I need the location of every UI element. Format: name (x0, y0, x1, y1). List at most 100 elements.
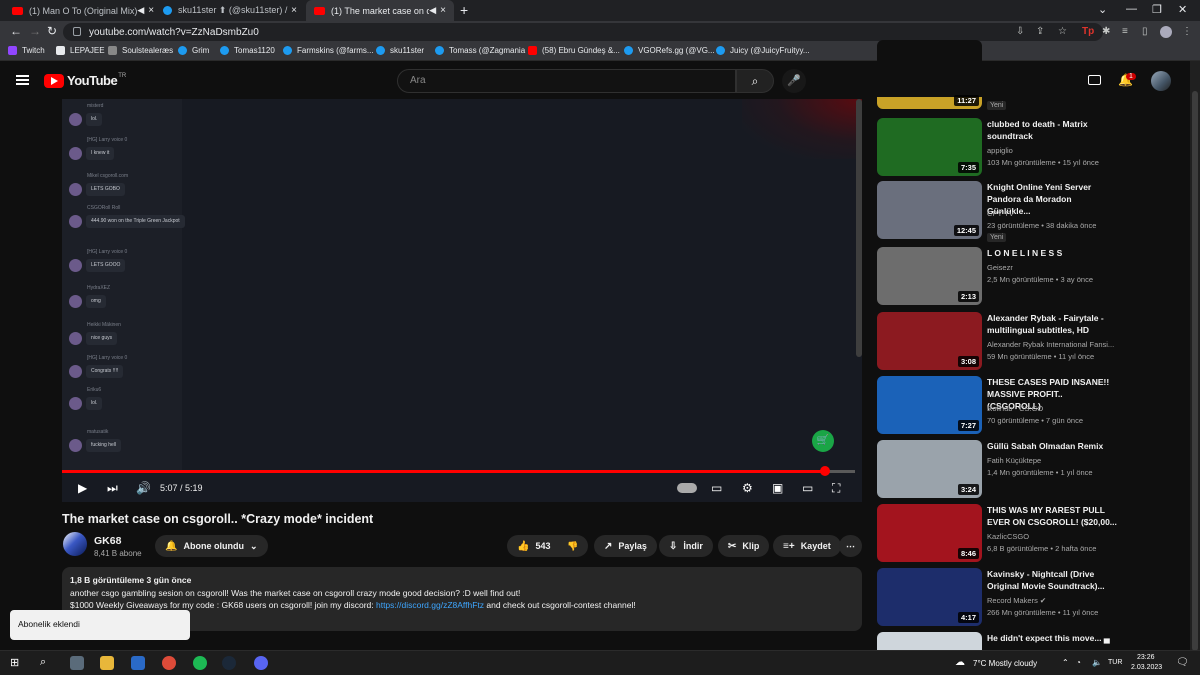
media-control-icon[interactable]: ≡ (1122, 26, 1128, 37)
recommended-video[interactable]: 3:08 Alexander Rybak - Fairytale - multil… (877, 312, 1117, 370)
search-input[interactable]: Ara (397, 69, 736, 93)
recommended-video[interactable]: He didn't expect this move... ▄ (877, 632, 1117, 650)
audio-icon[interactable]: ◀ (137, 5, 144, 16)
recommended-video[interactable]: 7:35 clubbed to death - Matrix soundtrack… (877, 118, 1117, 176)
bookmark-tomass[interactable]: Tomass (@Zagmania (435, 46, 525, 55)
taskbar-search-icon[interactable]: ⌕ (40, 656, 46, 669)
video-title[interactable]: He didn't expect this move... ▄ (987, 632, 1117, 644)
next-icon[interactable]: ⏭ (107, 481, 118, 496)
video-thumbnail[interactable]: 3:08 (877, 312, 982, 370)
bookmark-twitch[interactable]: Twitch (8, 46, 45, 55)
recommended-video[interactable]: 12:45 Knight Online Yeni Server Pandora d… (877, 181, 1117, 242)
video-thumbnail[interactable]: 7:27 (877, 376, 982, 434)
channel-avatar[interactable] (63, 532, 87, 556)
bookmark-ebru[interactable]: (58) Ebru Gündeş &... (528, 46, 620, 55)
clock-time[interactable]: 23:26 (1137, 654, 1155, 661)
youtube-logo[interactable]: YouTube TR (44, 73, 126, 88)
bookmark-lepajee[interactable]: LEPAJEE (56, 46, 105, 55)
menu-icon[interactable]: ⋮ (1182, 26, 1192, 37)
install-icon[interactable]: ⇩ (1016, 26, 1024, 37)
more-actions-button[interactable]: ⋯ (839, 535, 862, 557)
theater-mode-icon[interactable]: ▭ (802, 481, 813, 495)
voice-search-icon[interactable]: 🎤 (782, 69, 806, 93)
channel-name[interactable]: KazlicCSGO (987, 532, 1029, 541)
clock-date[interactable]: 2.03.2023 (1131, 664, 1162, 671)
subtitles-icon[interactable]: ▭ (711, 481, 722, 495)
tab-search-icon[interactable]: ⌄ (1098, 3, 1107, 16)
play-icon[interactable]: ▶ (78, 481, 87, 495)
notification-center-icon[interactable]: 🗨 (1176, 657, 1189, 668)
reload-icon[interactable]: ↻ (47, 24, 57, 38)
share-icon[interactable]: ⇪ (1036, 26, 1044, 37)
extensions-icon[interactable]: ✱ (1102, 26, 1110, 37)
like-button[interactable]: 👍 543 (507, 535, 559, 557)
maximize-icon[interactable]: ❐ (1152, 3, 1162, 16)
settings-gear-icon[interactable]: ⚙ (742, 481, 753, 495)
tab-1[interactable]: sku11ster ⬆ (@sku11ster) / Twitte × (155, 0, 305, 21)
video-thumbnail[interactable]: 12:45 (877, 181, 982, 239)
clip-button[interactable]: ✂ Klip (718, 535, 770, 557)
task-view-icon[interactable] (70, 656, 84, 670)
profile-avatar[interactable] (1160, 26, 1172, 38)
weather-text[interactable]: 7°C Mostly cloudy (973, 659, 1037, 668)
close-tab-icon[interactable]: × (291, 5, 297, 16)
channel-name[interactable]: Alexander Rybak International Fansi... (987, 340, 1114, 349)
tab-0[interactable]: (1) Man O To (Original Mix) ◀ × (4, 0, 154, 21)
subscribed-button[interactable]: 🔔 Abone olundu ⌄ (155, 535, 268, 557)
video-title[interactable]: L O N E L I N E S S (987, 247, 1117, 259)
new-tab-icon[interactable]: + (460, 2, 468, 18)
app-icon[interactable] (131, 656, 145, 670)
address-bar[interactable]: youtube.com/watch?v=ZzNaDsmbZu0 (63, 23, 1103, 41)
tray-chevron-icon[interactable]: ⌃ (1062, 658, 1069, 667)
channel-name[interactable]: appiglio (987, 146, 1013, 155)
autoplay-toggle[interactable] (677, 483, 697, 493)
recommended-video[interactable]: 7:27 THESE CASES PAID INSANE!! MASSIVE PR… (877, 376, 1117, 434)
language-indicator[interactable]: TUR (1108, 659, 1122, 666)
hamburger-menu-icon[interactable] (16, 75, 29, 85)
video-thumbnail[interactable]: 7:35 (877, 118, 982, 176)
share-button[interactable]: ↗ Paylaş (594, 535, 657, 557)
bookmark-sku11ster[interactable]: sku11ster (376, 46, 424, 55)
channel-name[interactable]: Fatih Küçüktepe (987, 456, 1041, 465)
spotify-icon[interactable] (193, 656, 207, 670)
scrollbar-thumb[interactable] (1192, 91, 1198, 651)
recommended-video[interactable]: 4:17 Kavinsky - Nightcall (Drive Original… (877, 568, 1117, 626)
account-avatar[interactable] (1151, 71, 1171, 91)
download-button[interactable]: ⇩ İndir (659, 535, 713, 557)
scrubber-handle[interactable] (819, 466, 830, 476)
recommended-video[interactable]: 2:13 L O N E L I N E S S Geisezr 2,5 Mn gör… (877, 247, 1117, 305)
volume-tray-icon[interactable]: 🔈 (1092, 658, 1102, 667)
recommended-video[interactable]: 3:24 Güllü Sabah Olmadan Remix Fatih Küçük… (877, 440, 1117, 498)
channel-name[interactable]: Geisezr (987, 263, 1013, 272)
windows-start-icon[interactable]: ⊞ (10, 656, 19, 669)
discord-link[interactable]: https://discord.gg/zZ8AffhFtz (376, 600, 484, 610)
video-thumbnail[interactable]: 2:13 (877, 247, 982, 305)
video-thumbnail[interactable]: 3:24 (877, 440, 982, 498)
bookmark-star-icon[interactable]: ☆ (1058, 26, 1067, 37)
video-title[interactable]: Güllü Sabah Olmadan Remix (987, 440, 1117, 452)
discord-icon[interactable] (254, 656, 268, 670)
channel-name[interactable]: Record Makers ✔ (987, 596, 1046, 605)
fullscreen-icon[interactable]: ⛶ (832, 481, 840, 496)
video-thumbnail[interactable] (877, 632, 982, 650)
channel-name[interactable]: Rollhub - CS:GO (987, 404, 1043, 413)
shopping-cart-icon[interactable]: 🛒 (812, 430, 834, 452)
dislike-button[interactable]: 👎 (557, 535, 589, 557)
video-title[interactable]: Kavinsky - Nightcall (Drive Original Mov… (987, 568, 1117, 592)
video-player[interactable]: misterd lol. [HG] Larry voice 0 I knew it Mi… (62, 99, 862, 502)
minimize-icon[interactable]: — (1126, 3, 1137, 15)
bookmark-farmskins[interactable]: Farmskins (@farms... (283, 46, 374, 55)
file-explorer-icon[interactable] (100, 656, 114, 670)
channel-name[interactable]: GK68 (94, 535, 121, 547)
chat-scrollbar[interactable] (856, 99, 862, 357)
bookmark-grim[interactable]: Grim (178, 46, 209, 55)
bookmark-soulstealer[interactable]: Soulstealeræs (108, 46, 173, 55)
chrome-icon[interactable] (162, 656, 176, 670)
video-thumbnail[interactable]: 11:27 (877, 40, 982, 109)
recommended-video[interactable]: 11:27 Yeni (877, 40, 1117, 110)
close-tab-icon[interactable]: × (440, 5, 446, 16)
bookmark-vgorefs[interactable]: VGORefs.gg (@VG... (624, 46, 715, 55)
close-window-icon[interactable]: ✕ (1178, 3, 1187, 16)
steam-icon[interactable] (222, 656, 236, 670)
video-thumbnail[interactable]: 8:46 (877, 504, 982, 562)
